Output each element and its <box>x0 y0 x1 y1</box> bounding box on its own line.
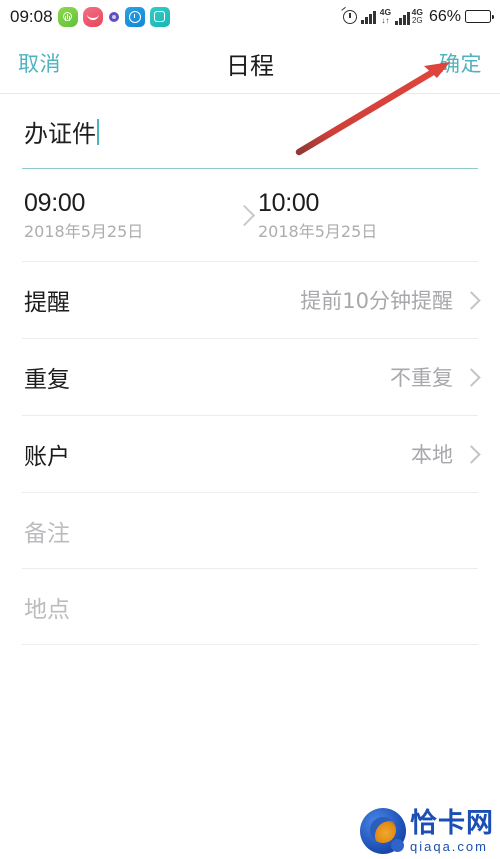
chevron-right-icon <box>233 204 255 226</box>
shield-security-icon <box>57 6 78 27</box>
option-value-reminder: 提前10分钟提醒 <box>300 289 453 313</box>
alarm-clock-icon <box>343 9 358 24</box>
signal-bars-2-icon: 4G 2G <box>395 8 423 25</box>
option-row-reminder[interactable]: 提醒 提前10分钟提醒 <box>0 262 500 338</box>
event-title-input[interactable]: 办证件 <box>0 94 500 169</box>
end-time-block[interactable]: 10:00 2018年5月25日 <box>258 189 476 241</box>
status-clock: 09:08 <box>10 6 53 26</box>
clock-app-icon <box>124 6 145 27</box>
navigation-bar: 取消 日程 确定 <box>0 33 500 93</box>
network-type-2-icon: 4G 2G <box>412 8 423 25</box>
site-watermark: 恰卡网 qiaqa.com <box>360 808 494 854</box>
notes-input[interactable]: 备注 <box>0 493 500 568</box>
watermark-en: qiaqa.com <box>410 838 488 854</box>
option-label-repeat: 重复 <box>24 367 70 393</box>
signal-bars-icon <box>361 10 376 24</box>
option-value-repeat: 不重复 <box>390 366 453 390</box>
text-cursor <box>97 118 99 145</box>
option-row-repeat[interactable]: 重复 不重复 <box>0 339 500 415</box>
chevron-right-icon <box>462 444 481 464</box>
range-separator <box>230 204 258 226</box>
purple-dot-icon <box>108 11 119 22</box>
watermark-cn: 恰卡网 <box>410 807 494 839</box>
end-date: 2018年5月25日 <box>258 221 378 241</box>
face-smile-icon <box>82 6 103 27</box>
chevron-right-icon <box>462 290 481 310</box>
start-time: 09:00 <box>24 188 86 217</box>
network1-arrows: ↓↑ <box>381 15 390 25</box>
option-label-account: 账户 <box>24 444 70 470</box>
location-input[interactable]: 地点 <box>0 569 500 644</box>
divider <box>22 644 478 645</box>
option-right-repeat: 不重复 <box>390 362 481 392</box>
status-bar-left: 09:08 <box>10 6 170 27</box>
notes-placeholder: 备注 <box>24 520 70 547</box>
option-row-account[interactable]: 账户 本地 <box>0 416 500 492</box>
event-title-value: 办证件 <box>24 120 96 148</box>
chevron-right-icon <box>462 367 481 387</box>
status-bar-right: 4G ↓↑ 4G 2G 66% <box>343 7 495 26</box>
start-time-block[interactable]: 09:00 2018年5月25日 <box>24 189 230 241</box>
page-title: 日程 <box>226 51 274 80</box>
event-form: 办证件 09:00 2018年5月25日 10:00 2018年5月25日 提醒… <box>0 94 500 645</box>
option-right-reminder: 提前10分钟提醒 <box>300 285 481 315</box>
network-type-1-icon: 4G ↓↑ <box>380 8 391 25</box>
scan-app-icon <box>149 6 170 27</box>
watermark-text: 恰卡网 qiaqa.com <box>410 810 494 853</box>
time-range-row: 09:00 2018年5月25日 10:00 2018年5月25日 <box>0 169 500 261</box>
qiaqa-logo-icon <box>360 808 406 854</box>
option-value-account: 本地 <box>411 443 453 467</box>
battery-percent: 66% <box>428 7 461 25</box>
option-right-account: 本地 <box>411 439 481 469</box>
battery-icon <box>465 10 495 23</box>
start-date: 2018年5月25日 <box>24 221 144 241</box>
location-placeholder: 地点 <box>24 596 70 623</box>
status-bar: 09:08 4G ↓↑ 4G 2G 66% <box>0 0 500 33</box>
cancel-button[interactable]: 取消 <box>18 48 61 78</box>
network2-label-2: 2G <box>411 15 423 25</box>
confirm-button[interactable]: 确定 <box>439 48 482 78</box>
option-label-reminder: 提醒 <box>24 290 70 316</box>
end-time: 10:00 <box>258 188 320 217</box>
event-title-text-wrap: 办证件 <box>24 114 99 149</box>
